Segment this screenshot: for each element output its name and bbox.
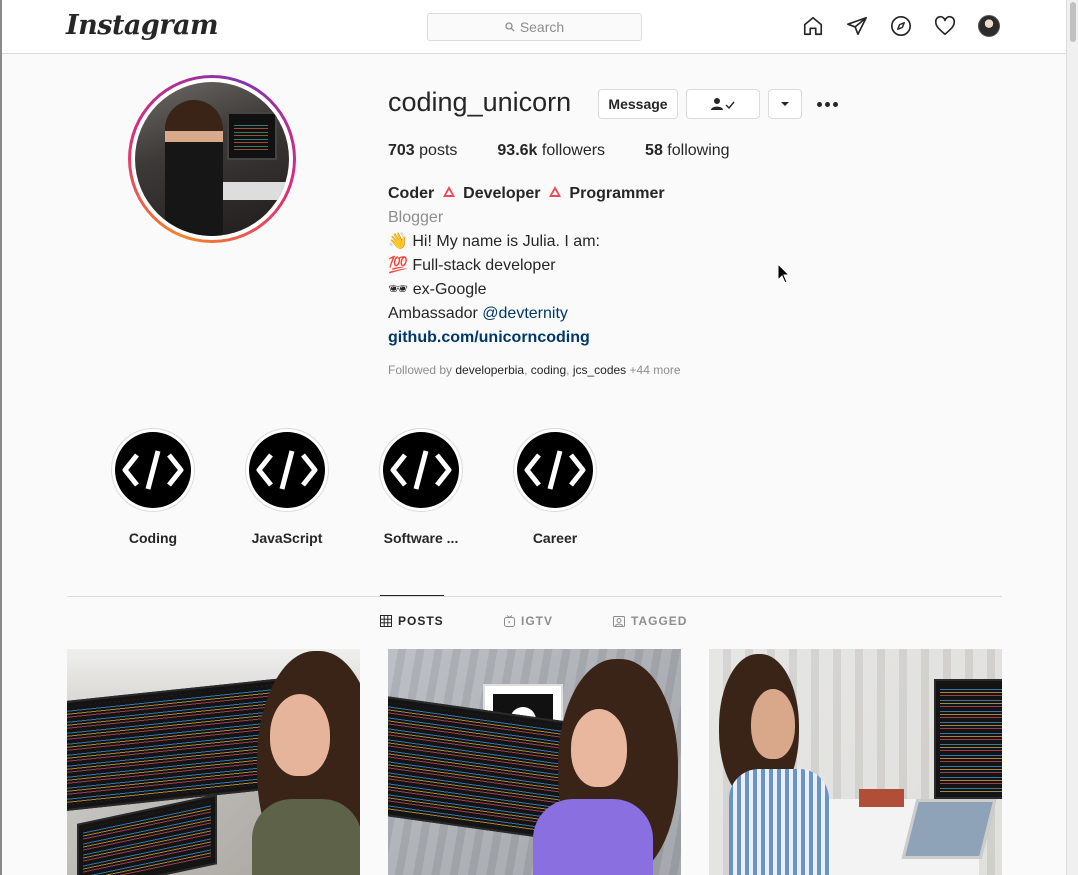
bio-line: 💯 Full-stack developer — [388, 257, 556, 274]
highlight-career[interactable]: Career — [513, 428, 597, 546]
igtv-icon — [504, 615, 515, 627]
profile-picture[interactable] — [128, 75, 296, 243]
followers-link[interactable]: 93.6k followers — [497, 142, 605, 160]
tagged-person-icon — [613, 616, 625, 627]
avatar — [978, 15, 1000, 37]
tab-igtv[interactable]: IGTV — [504, 614, 553, 628]
post-thumbnail[interactable] — [67, 649, 360, 875]
warning-triangle-icon — [442, 186, 455, 197]
more-options-icon[interactable] — [815, 94, 839, 114]
home-icon[interactable] — [802, 14, 824, 38]
instagram-logo[interactable]: Instagram — [66, 10, 219, 41]
bio-ambassador: Ambassador @devternity — [388, 305, 568, 322]
story-highlights: Coding JavaScript Software ... Career — [111, 428, 597, 546]
website-link[interactable]: github.com/unicorncoding — [388, 326, 665, 350]
message-button[interactable]: Message — [598, 89, 678, 119]
search-placeholder: Search — [519, 19, 565, 35]
active-tab-indicator — [380, 595, 444, 596]
direct-icon[interactable] — [846, 14, 868, 38]
followed-by[interactable]: Followed by developerbia, coding, jcs_co… — [388, 363, 681, 377]
highlight-coding[interactable]: Coding — [111, 428, 195, 546]
code-tag-icon — [517, 432, 593, 508]
grid-icon — [380, 615, 392, 627]
code-tag-icon — [249, 432, 325, 508]
mouse-cursor-icon — [777, 263, 791, 284]
highlight-javascript[interactable]: JavaScript — [245, 428, 329, 546]
tab-posts[interactable]: POSTS — [380, 614, 444, 628]
suggested-dropdown-button[interactable] — [768, 89, 802, 119]
profile-bio: Coder Developer Programmer Blogger 👋 Hi!… — [388, 182, 665, 350]
page-scrollbar[interactable] — [1066, 0, 1078, 875]
highlight-label: Software ... — [383, 530, 459, 546]
window-edge — [0, 0, 2, 875]
tabs-divider — [67, 596, 1002, 597]
profile-photo — [135, 82, 289, 236]
profile-avatar[interactable] — [978, 14, 1000, 38]
search-icon — [505, 22, 515, 32]
bio-category: Blogger — [388, 209, 444, 226]
search-input[interactable]: Search — [427, 13, 642, 41]
highlight-software[interactable]: Software ... — [379, 428, 463, 546]
profile-username: coding_unicorn — [388, 87, 572, 117]
scrollbar-thumb[interactable] — [1070, 2, 1076, 42]
mention-link[interactable]: @devternity — [482, 305, 568, 322]
post-thumbnail[interactable] — [709, 649, 1002, 875]
caret-down-icon — [781, 102, 789, 106]
bio-line: 👋 Hi! My name is Julia. I am: — [388, 233, 600, 250]
bio-title: Coder Developer Programmer — [388, 185, 665, 202]
profile-stats: 703 posts 93.6k followers 58 following — [388, 142, 770, 160]
highlight-label: Career — [532, 530, 578, 546]
tab-tagged[interactable]: TAGGED — [613, 614, 687, 628]
activity-heart-icon[interactable] — [934, 14, 956, 38]
nav-icons — [802, 14, 1000, 38]
top-navigation-bar: Instagram Search — [2, 0, 1066, 54]
code-tag-icon — [115, 432, 191, 508]
highlight-label: JavaScript — [251, 530, 323, 546]
following-link[interactable]: 58 following — [645, 142, 730, 160]
bio-line: 🕶 ex-Google — [388, 281, 487, 298]
posts-count: 703 posts — [388, 142, 458, 159]
highlight-label: Coding — [128, 530, 178, 546]
warning-triangle-icon — [548, 186, 561, 197]
person-check-icon — [711, 98, 735, 110]
following-button[interactable] — [686, 89, 760, 119]
code-tag-icon — [383, 432, 459, 508]
explore-icon[interactable] — [890, 14, 912, 38]
post-thumbnail[interactable] — [388, 649, 681, 875]
